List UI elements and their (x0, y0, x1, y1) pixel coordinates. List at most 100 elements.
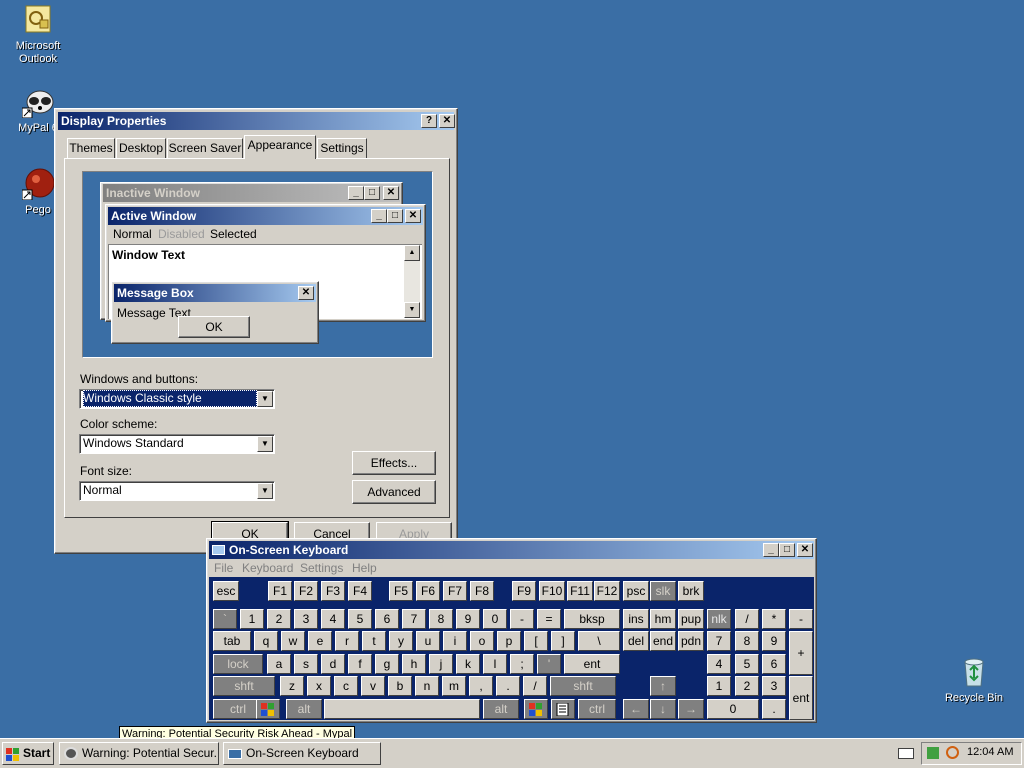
osk-key-row5-0[interactable]: shft (213, 676, 275, 696)
osk-key-row5-16[interactable]: ent (789, 676, 813, 720)
osk-key-row3-0[interactable]: tab (213, 631, 251, 651)
chevron-down-icon[interactable]: ▼ (257, 436, 273, 452)
osk-key-row2-4[interactable]: 4 (321, 609, 345, 629)
osk-key-row4-14[interactable]: 5 (735, 654, 759, 674)
osk-key-row5-3[interactable]: c (334, 676, 358, 696)
start-button[interactable]: Start (2, 742, 54, 765)
osk-key-row4-8[interactable]: k (456, 654, 480, 674)
osk-key-row4-9[interactable]: l (483, 654, 507, 674)
osk-key-row3-9[interactable]: o (470, 631, 494, 651)
osk-key-row1-4[interactable]: F4 (348, 581, 372, 601)
osk-key-row6-7[interactable]: 0 (707, 699, 759, 719)
osk-key-row2-8[interactable]: 8 (429, 609, 453, 629)
osk-key-row5-7[interactable]: m (442, 676, 466, 696)
osk-key-row2-13[interactable]: bksp (564, 609, 620, 629)
osk-key-row2-1[interactable]: 1 (240, 609, 264, 629)
osk-key-row2-16[interactable]: pup (678, 609, 704, 629)
osk-key-row4-0[interactable]: lock (213, 654, 263, 674)
osk-key-row4-11[interactable]: ' (537, 654, 561, 674)
osk-key-row2-18[interactable]: / (735, 609, 759, 629)
osk-titlebar[interactable]: On-Screen Keyboard (209, 541, 814, 559)
osk-key-row5-6[interactable]: n (415, 676, 439, 696)
osk-key-row1-2[interactable]: F2 (294, 581, 318, 601)
osk-key-row3-16[interactable]: pdn (678, 631, 704, 651)
effects-button[interactable]: Effects... (352, 451, 436, 475)
osk-key-row2-15[interactable]: hm (650, 609, 676, 629)
search-tray-icon[interactable] (946, 746, 959, 759)
desktop-icon-recycle-bin[interactable]: Recycle Bin (936, 656, 1012, 705)
osk-key-row3-20[interactable]: + (789, 631, 813, 675)
clock[interactable]: 12:04 AM (967, 746, 1013, 758)
osk-key-row4-15[interactable]: 6 (762, 654, 786, 674)
osk-key-row5-13[interactable]: 1 (707, 676, 731, 696)
osk-close-button[interactable]: ✕ (797, 543, 813, 557)
osk-key-row4-4[interactable]: f (348, 654, 372, 674)
osk-key-row2-6[interactable]: 6 (375, 609, 399, 629)
osk-key-windows-logo-icon[interactable] (524, 699, 548, 719)
display-properties-titlebar[interactable]: Display Properties (58, 112, 454, 130)
osk-key-row2-0[interactable]: ` (213, 609, 237, 629)
osk-key-row2-17[interactable]: nlk (707, 609, 731, 629)
osk-key-row5-5[interactable]: b (388, 676, 412, 696)
osk-key-row2-3[interactable]: 3 (294, 609, 318, 629)
osk-menu-file[interactable]: File (214, 561, 233, 575)
osk-key-row1-13[interactable]: psc (623, 581, 649, 601)
osk-key-row6-6[interactable]: → (678, 699, 704, 719)
help-button[interactable]: ? (421, 114, 437, 128)
osk-key-row1-0[interactable]: esc (213, 581, 239, 601)
tab-settings[interactable]: Settings (317, 138, 367, 158)
osk-key-row5-9[interactable]: . (496, 676, 520, 696)
desktop-icon-outlook[interactable]: Microsoft Outlook (0, 4, 76, 66)
osk-key-row4-3[interactable]: d (321, 654, 345, 674)
osk-key-row1-8[interactable]: F8 (470, 581, 494, 601)
osk-key-row3-2[interactable]: w (281, 631, 305, 651)
osk-menu-keyboard[interactable]: Keyboard (242, 561, 293, 575)
osk-key-row6-8[interactable]: . (762, 699, 786, 719)
osk-key-row5-4[interactable]: v (361, 676, 385, 696)
osk-key-row3-3[interactable]: e (308, 631, 332, 651)
osk-key-row6-2[interactable]: alt (483, 699, 519, 719)
osk-key-row3-8[interactable]: i (443, 631, 467, 651)
network-tray-icon[interactable] (927, 747, 939, 759)
osk-key-row3-7[interactable]: u (416, 631, 440, 651)
chevron-down-icon[interactable]: ▼ (257, 483, 273, 499)
advanced-button[interactable]: Advanced (352, 480, 436, 504)
osk-key-row1-10[interactable]: F10 (539, 581, 565, 601)
osk-key-menu-key-icon[interactable] (551, 699, 575, 719)
osk-key-row5-15[interactable]: 3 (762, 676, 786, 696)
osk-key-row1-12[interactable]: F12 (594, 581, 620, 601)
osk-key-row6-1[interactable]: alt (286, 699, 322, 719)
osk-key-row2-7[interactable]: 7 (402, 609, 426, 629)
osk-key-row3-13[interactable]: \ (578, 631, 620, 651)
osk-key-row6-3[interactable]: ctrl (578, 699, 616, 719)
osk-key-row2-14[interactable]: ins (623, 609, 649, 629)
osk-key-windows-logo-icon[interactable] (256, 699, 280, 719)
tab-appearance[interactable]: Appearance (244, 135, 316, 159)
osk-key-row1-6[interactable]: F6 (416, 581, 440, 601)
osk-key-row5-10[interactable]: / (523, 676, 547, 696)
tab-screen-saver[interactable]: Screen Saver (167, 138, 243, 158)
osk-key-row6-4[interactable]: ← (623, 699, 649, 719)
osk-key-row4-5[interactable]: g (375, 654, 399, 674)
osk-key-row5-11[interactable]: shft (550, 676, 616, 696)
osk-key-row4-1[interactable]: a (267, 654, 291, 674)
osk-key-row2-19[interactable]: * (762, 609, 786, 629)
osk-key-row3-11[interactable]: [ (524, 631, 548, 651)
osk-key-row3-15[interactable]: end (650, 631, 676, 651)
osk-key-row4-12[interactable]: ent (564, 654, 620, 674)
osk-key-row2-12[interactable]: = (537, 609, 561, 629)
chevron-down-icon[interactable]: ▼ (257, 391, 273, 407)
font-size-select[interactable]: Normal ▼ (79, 481, 275, 501)
osk-key-row2-2[interactable]: 2 (267, 609, 291, 629)
osk-key-row4-7[interactable]: j (429, 654, 453, 674)
osk-key-row1-9[interactable]: F9 (512, 581, 536, 601)
tab-desktop[interactable]: Desktop (116, 138, 166, 158)
osk-menu-settings[interactable]: Settings (300, 561, 343, 575)
windows-buttons-select[interactable]: Windows Classic style ▼ (79, 389, 275, 409)
osk-key-space[interactable] (324, 699, 480, 719)
osk-key-row3-10[interactable]: p (497, 631, 521, 651)
osk-key-row5-14[interactable]: 2 (735, 676, 759, 696)
osk-key-row5-12[interactable]: ↑ (650, 676, 676, 696)
taskbar-item-osk[interactable]: On-Screen Keyboard (223, 742, 381, 765)
osk-key-row1-5[interactable]: F5 (389, 581, 413, 601)
